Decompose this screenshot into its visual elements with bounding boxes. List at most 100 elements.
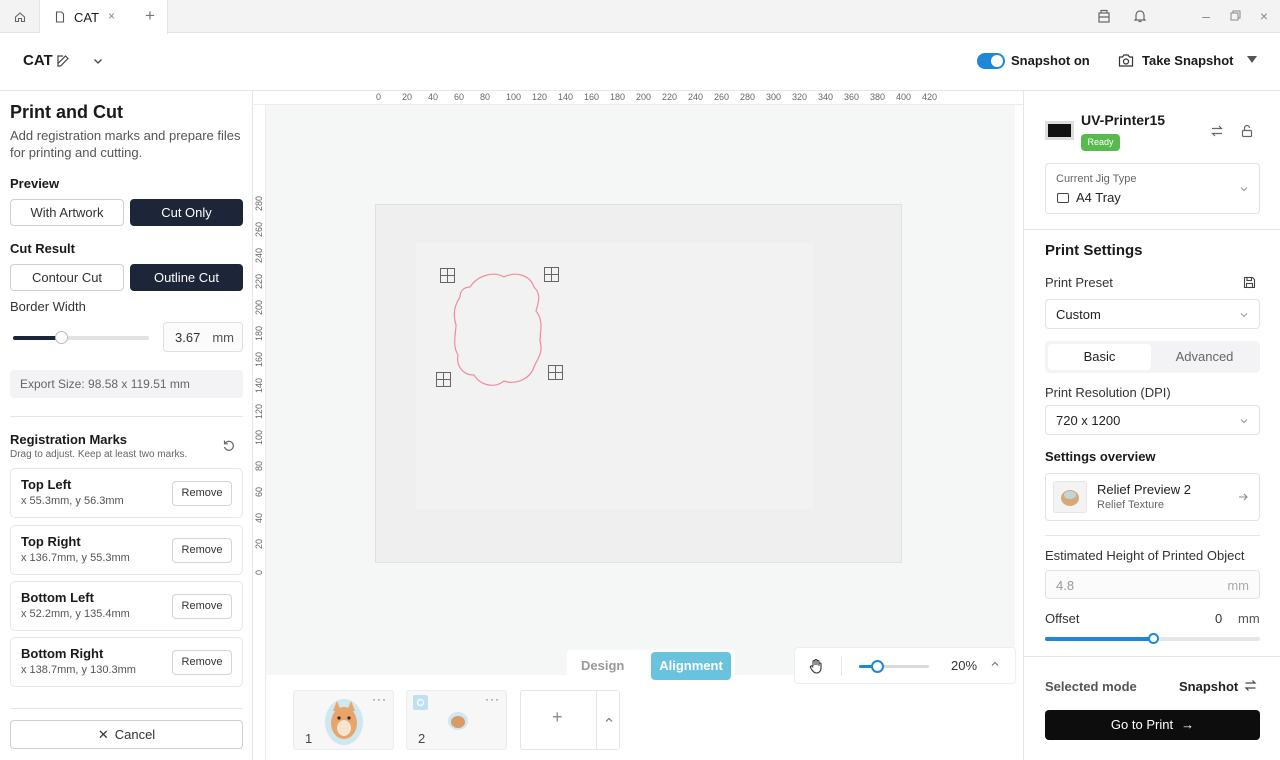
ruler-tick-label: 300 (766, 92, 782, 102)
restore-icon[interactable] (1227, 8, 1243, 24)
overview-name: Relief Preview 2 (1097, 482, 1191, 497)
canvas-area: 0 20 40 60 80 100 120 140 160 180 200 220 240 260 280 3… (254, 91, 1023, 760)
estimated-height-input[interactable]: 4.8 mm (1045, 570, 1260, 599)
registration-mark-top-left[interactable] (440, 268, 455, 283)
overview-subtitle: Relief Texture (1097, 499, 1165, 511)
home-tab[interactable] (0, 0, 40, 33)
border-width-input[interactable]: 3.67 mm (163, 322, 243, 352)
ruler-tick-label: 40 (254, 512, 264, 523)
remove-mark-button[interactable]: Remove (172, 594, 232, 619)
project-header: CAT Snapshot on Take Snapshot (0, 33, 1280, 91)
offset-value[interactable]: 0 (1215, 611, 1222, 626)
minimize-icon[interactable]: – (1198, 8, 1214, 24)
registration-mark-bottom-left[interactable] (436, 372, 451, 387)
preview-cut-only-button[interactable]: Cut Only (130, 199, 243, 226)
tab-close-icon[interactable]: × (108, 9, 115, 23)
divider (1024, 229, 1280, 230)
zoom-slider[interactable] (859, 660, 929, 673)
chevron-up-icon[interactable] (603, 714, 615, 726)
registration-mark-top-right[interactable] (544, 267, 559, 282)
print-resolution-select[interactable]: 720 x 1200 (1045, 405, 1260, 435)
more-options-icon[interactable]: ··· (485, 692, 500, 706)
registration-marks-subtitle: Drag to adjust. Keep at least two marks. (10, 449, 188, 460)
registration-mark-card: Top Left x 55.3mm, y 56.3mm Remove (10, 468, 243, 518)
print-preset-select[interactable]: Custom (1045, 299, 1260, 329)
snapshot-menu-caret-icon[interactable] (1247, 56, 1257, 63)
tab-design[interactable]: Design (581, 658, 624, 673)
ruler-tick-label: 180 (610, 92, 626, 102)
project-name: CAT (23, 52, 53, 69)
ruler-tick-label: 220 (662, 92, 678, 102)
offset-slider-handle[interactable] (1147, 633, 1159, 644)
print-resolution-value: 720 x 1200 (1056, 413, 1121, 428)
border-width-slider-fill (13, 336, 61, 340)
tab-title: CAT (74, 9, 100, 25)
ruler-tick-label: 0 (254, 569, 264, 575)
offset-unit: mm (1238, 611, 1260, 626)
ruler-tick-label: 140 (558, 92, 574, 102)
border-width-slider[interactable] (13, 331, 149, 344)
mark-name: Top Left (21, 477, 72, 492)
preview-label: Preview (10, 176, 60, 191)
close-window-icon[interactable]: × (1256, 8, 1272, 24)
ruler-tick-label: 0 (376, 92, 382, 102)
save-icon[interactable] (1243, 276, 1256, 289)
swap-icon[interactable] (1244, 679, 1257, 692)
status-badge: Ready (1081, 134, 1120, 151)
swap-icon[interactable] (1210, 124, 1224, 138)
ruler-tick-label: 160 (584, 92, 600, 102)
divider (10, 416, 243, 417)
offset-slider[interactable] (1045, 633, 1260, 644)
tab-basic[interactable]: Basic (1048, 344, 1151, 370)
cancel-button[interactable]: ✕ Cancel (10, 720, 243, 749)
border-width-value[interactable]: 3.67 (175, 330, 200, 345)
jig-type-select[interactable]: Current Jig Type A4 Tray (1045, 163, 1260, 214)
remove-mark-button[interactable]: Remove (172, 538, 232, 563)
relief-preview-thumbnail (1053, 481, 1087, 513)
plus-icon: + (552, 707, 563, 727)
mark-name: Top Right (21, 534, 81, 549)
edit-icon[interactable] (56, 54, 70, 68)
ruler-tick-label: 20 (254, 538, 264, 549)
go-to-print-button[interactable]: Go to Print → (1045, 710, 1260, 740)
tab-alignment[interactable]: Alignment (651, 652, 731, 680)
preview-with-artwork-button[interactable]: With Artwork (10, 199, 124, 226)
panel-title: Print and Cut (10, 102, 123, 122)
zoom-slider-handle[interactable] (870, 660, 884, 673)
border-width-slider-handle[interactable] (54, 331, 68, 344)
add-page-button[interactable]: + (520, 690, 620, 750)
ruler-tick-label: 260 (714, 92, 730, 102)
print-settings-title: Print Settings (1045, 242, 1143, 259)
snapshot-toggle[interactable] (977, 53, 1005, 69)
page-number: 2 (418, 731, 426, 746)
page-thumbnail[interactable]: 2 ··· (406, 690, 507, 750)
cut-outline-path[interactable] (450, 269, 550, 389)
more-options-icon[interactable]: ··· (372, 692, 387, 706)
new-tab-button[interactable]: + (140, 6, 160, 26)
mark-position: x 136.7mm, y 55.3mm (21, 552, 130, 564)
take-snapshot-button[interactable]: Take Snapshot (1142, 53, 1234, 68)
cut-result-label: Cut Result (10, 241, 75, 256)
selected-mode-value: Snapshot (1179, 679, 1239, 694)
settings-overview-card[interactable]: Relief Preview 2 Relief Texture (1045, 473, 1260, 521)
chevron-up-icon[interactable] (989, 658, 1001, 670)
tab-advanced[interactable]: Advanced (1153, 344, 1256, 370)
page-thumbnail[interactable]: 1 ··· (293, 690, 394, 750)
unlock-icon[interactable] (1240, 124, 1254, 138)
outline-cut-button[interactable]: Outline Cut (130, 264, 243, 291)
bell-icon[interactable] (1132, 8, 1148, 24)
camera-icon[interactable] (1118, 53, 1134, 68)
ruler-tick-label: 340 (818, 92, 834, 102)
registration-mark-bottom-right[interactable] (548, 365, 563, 380)
remove-mark-button[interactable]: Remove (172, 481, 232, 506)
vertical-ruler: 280 260 240 220 200 180 160 140 120 100 80 60 40 20 0 (254, 105, 266, 760)
chevron-down-icon[interactable] (91, 54, 105, 68)
canvas-stage[interactable]: Design Alignment 20% (266, 105, 1016, 684)
package-icon[interactable] (1096, 8, 1112, 24)
contour-cut-button[interactable]: Contour Cut (10, 264, 124, 291)
remove-mark-button[interactable]: Remove (172, 650, 232, 675)
hand-icon[interactable] (808, 658, 824, 674)
reset-icon[interactable] (222, 439, 236, 453)
ruler-tick-label: 80 (254, 460, 264, 471)
print-and-cut-panel: Print and Cut Add registration marks and… (0, 91, 253, 760)
